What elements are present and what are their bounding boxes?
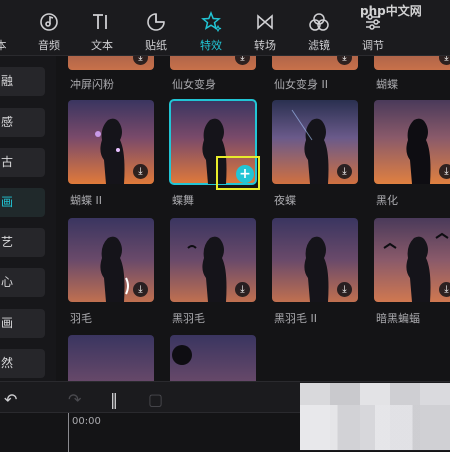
tool-partial[interactable]: 本 [0, 0, 16, 55]
split-icon[interactable]: ‖ [110, 390, 118, 409]
effect-card[interactable]: ⤓ [68, 100, 154, 184]
effect-name: 蝴蝶 II [70, 194, 102, 207]
effect-name: 冲屏闪粉 [70, 78, 114, 91]
text-icon [83, 11, 121, 33]
add-effect-button[interactable]: + [236, 165, 254, 183]
download-icon[interactable]: ⤓ [439, 282, 450, 297]
effect-card[interactable]: ⤓ [374, 100, 450, 184]
tool-label: 本 [0, 39, 7, 52]
timeline-track[interactable]: 00:00 [0, 412, 300, 452]
sparkle-icon [192, 11, 230, 33]
category-item[interactable]: 然 [0, 349, 45, 378]
music-icon [30, 11, 68, 33]
category-item[interactable]: 感 [0, 108, 45, 137]
tool-filter[interactable]: 滤镜 [300, 0, 338, 55]
tool-transition[interactable]: 转场 [246, 0, 284, 55]
sticker-icon [137, 11, 175, 33]
tool-label: 调节 [362, 39, 384, 52]
bowtie-icon [246, 11, 284, 33]
partial-icon [0, 11, 16, 33]
tool-label: 文本 [91, 39, 113, 52]
download-icon[interactable]: ⤓ [235, 282, 250, 297]
main-toolbar: 本 音频 文本 贴纸 特效 转场 滤镜 调节 php中文网 [0, 0, 450, 56]
filter-icon [300, 11, 338, 33]
watermark: php中文网 [360, 4, 422, 18]
download-icon[interactable]: ⤓ [439, 164, 450, 179]
effect-card[interactable]: ⤓ [374, 56, 450, 70]
download-icon[interactable]: ⤓ [337, 282, 352, 297]
category-item[interactable]: 融 [0, 67, 45, 96]
redo-icon[interactable]: ↷ [68, 390, 81, 409]
effect-card[interactable]: ⤓ [68, 218, 154, 302]
undo-icon[interactable]: ↶ [4, 390, 17, 409]
silhouette-icon [172, 345, 192, 365]
effect-name: 暗黑蝙蝠 [376, 312, 420, 325]
effect-card[interactable]: ⤓ [170, 218, 256, 302]
category-item[interactable]: 心 [0, 268, 45, 297]
tool-label: 转场 [254, 39, 276, 52]
effect-card[interactable]: ⤓ [272, 100, 358, 184]
effect-name: 夜蝶 [274, 194, 296, 207]
tool-audio[interactable]: 音频 [30, 0, 68, 55]
category-item[interactable]: 画 [0, 309, 45, 338]
effects-grid: ⤓ ⤓ ⤓ ⤓ 冲屏闪粉 仙女变身 仙女变身 II 蝴蝶 ⤓ ⤓ ⤓ 蝴蝶 II… [56, 56, 450, 381]
download-icon[interactable]: ⤓ [337, 56, 352, 65]
tool-label: 贴纸 [145, 39, 167, 52]
download-icon[interactable]: ⤓ [133, 164, 148, 179]
playhead[interactable] [68, 413, 69, 452]
tool-sticker[interactable]: 贴纸 [137, 0, 175, 55]
timecode: 00:00 [72, 416, 101, 427]
download-icon[interactable]: ⤓ [337, 164, 352, 179]
effect-card[interactable]: ⤓ [272, 56, 358, 70]
effect-name: 仙女变身 II [274, 78, 328, 91]
effect-name: 蝴蝶 [376, 78, 398, 91]
effect-name: 黑羽毛 II [274, 312, 317, 325]
tool-text[interactable]: 文本 [83, 0, 121, 55]
tool-effects[interactable]: 特效 [192, 0, 230, 55]
preview-mosaic-overlay [300, 405, 450, 450]
category-item-active[interactable]: 画 [0, 188, 45, 217]
effect-card[interactable]: ⤓ [374, 218, 450, 302]
download-icon[interactable]: ⤓ [133, 282, 148, 297]
category-item[interactable]: 艺 [0, 228, 45, 257]
effect-name: 仙女变身 [172, 78, 216, 91]
effect-name: 黑羽毛 [172, 312, 205, 325]
tool-label: 滤镜 [308, 39, 330, 52]
effect-name: 蝶舞 [172, 194, 194, 207]
download-icon[interactable]: ⤓ [235, 56, 250, 65]
category-item[interactable]: 古 [0, 148, 45, 177]
effect-name: 黑化 [376, 194, 398, 207]
tool-label: 音频 [38, 39, 60, 52]
delete-icon[interactable]: ▢ [148, 390, 163, 409]
add-effect-highlight: + [216, 156, 260, 190]
effect-card[interactable]: ⤓ [170, 56, 256, 70]
download-icon[interactable]: ⤓ [439, 56, 450, 65]
effect-card[interactable] [170, 335, 256, 381]
effect-name: 羽毛 [70, 312, 92, 325]
effect-card[interactable]: ⤓ [272, 218, 358, 302]
effect-card[interactable]: ⤓ [68, 56, 154, 70]
category-sidebar: 融 感 古 画 艺 心 画 然 [0, 56, 56, 381]
tool-label: 特效 [200, 39, 222, 52]
download-icon[interactable]: ⤓ [133, 56, 148, 65]
effect-card[interactable] [68, 335, 154, 381]
